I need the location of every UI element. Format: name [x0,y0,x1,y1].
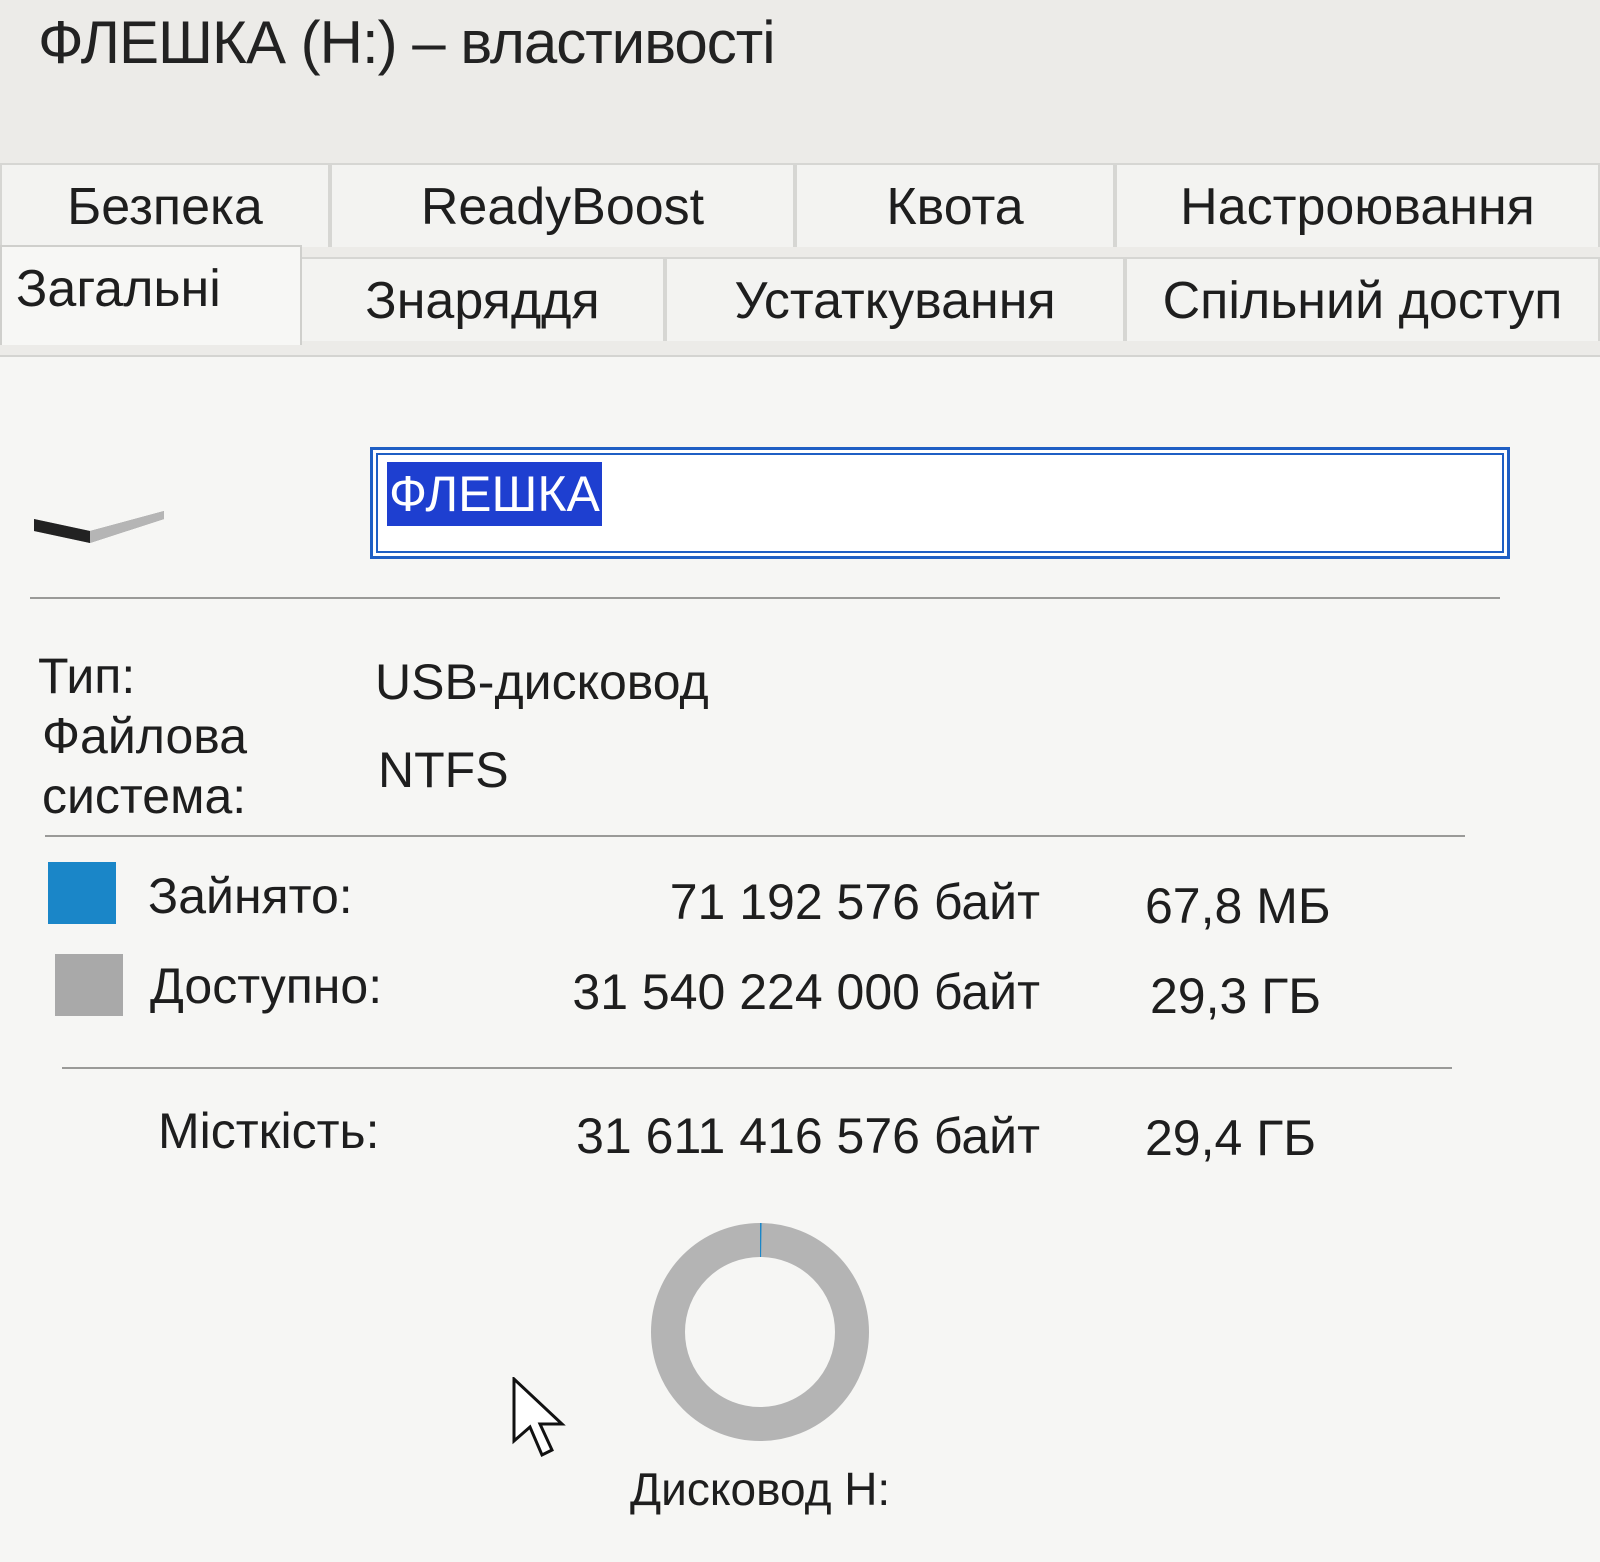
volume-name-input[interactable]: ФЛЕШКА [370,447,1510,559]
type-label: Тип: [38,648,136,704]
capacity-label: Місткість: [158,1103,380,1159]
mouse-cursor-icon [512,1377,566,1458]
tab-quota[interactable]: Квота [795,163,1115,247]
tab-hardware[interactable]: Устаткування [665,257,1125,341]
used-space-swatch [48,862,116,924]
divider [30,597,1500,599]
tab-customize[interactable]: Настроювання [1115,163,1600,247]
free-space-ring [651,1223,869,1441]
filesystem-label-line1: Файлова [42,708,248,764]
volume-name-selected-text: ФЛЕШКА [387,462,602,526]
filesystem-label-line2: система: [42,768,247,824]
divider [62,1067,1452,1069]
tab-security[interactable]: Безпека [0,163,330,247]
type-value: USB-дисковод [375,654,709,710]
used-label: Зайнято: [148,868,353,924]
divider [45,835,1465,837]
free-human: 29,3 ГБ [1150,968,1322,1024]
tab-sharing[interactable]: Спільний доступ [1125,257,1600,341]
capacity-bytes: 31 611 416 576 байт [576,1108,1040,1164]
usb-drive-icon [34,511,164,543]
usage-donut-chart [651,1223,869,1441]
free-label: Доступно: [150,958,383,1014]
tab-general[interactable]: Загальні [0,245,302,345]
tab-tools[interactable]: Знаряддя [300,257,665,341]
free-space-swatch [55,954,123,1016]
tab-strip: Безпека ReadyBoost Квота Настроювання Зн… [0,155,1600,370]
capacity-human: 29,4 ГБ [1145,1110,1317,1166]
used-human: 67,8 МБ [1145,878,1331,934]
window-title: ФЛЕШКА (H:) – властивості [38,9,776,76]
tab-readyboost[interactable]: ReadyBoost [330,163,795,247]
filesystem-value: NTFS [378,742,509,798]
free-bytes: 31 540 224 000 байт [572,964,1040,1020]
drive-caption: Дисковод H: [630,1463,891,1515]
used-bytes: 71 192 576 байт [669,874,1040,930]
general-tab-panel: ФЛЕШКА Тип: USB-дисковод Файлова система… [0,355,1600,1562]
